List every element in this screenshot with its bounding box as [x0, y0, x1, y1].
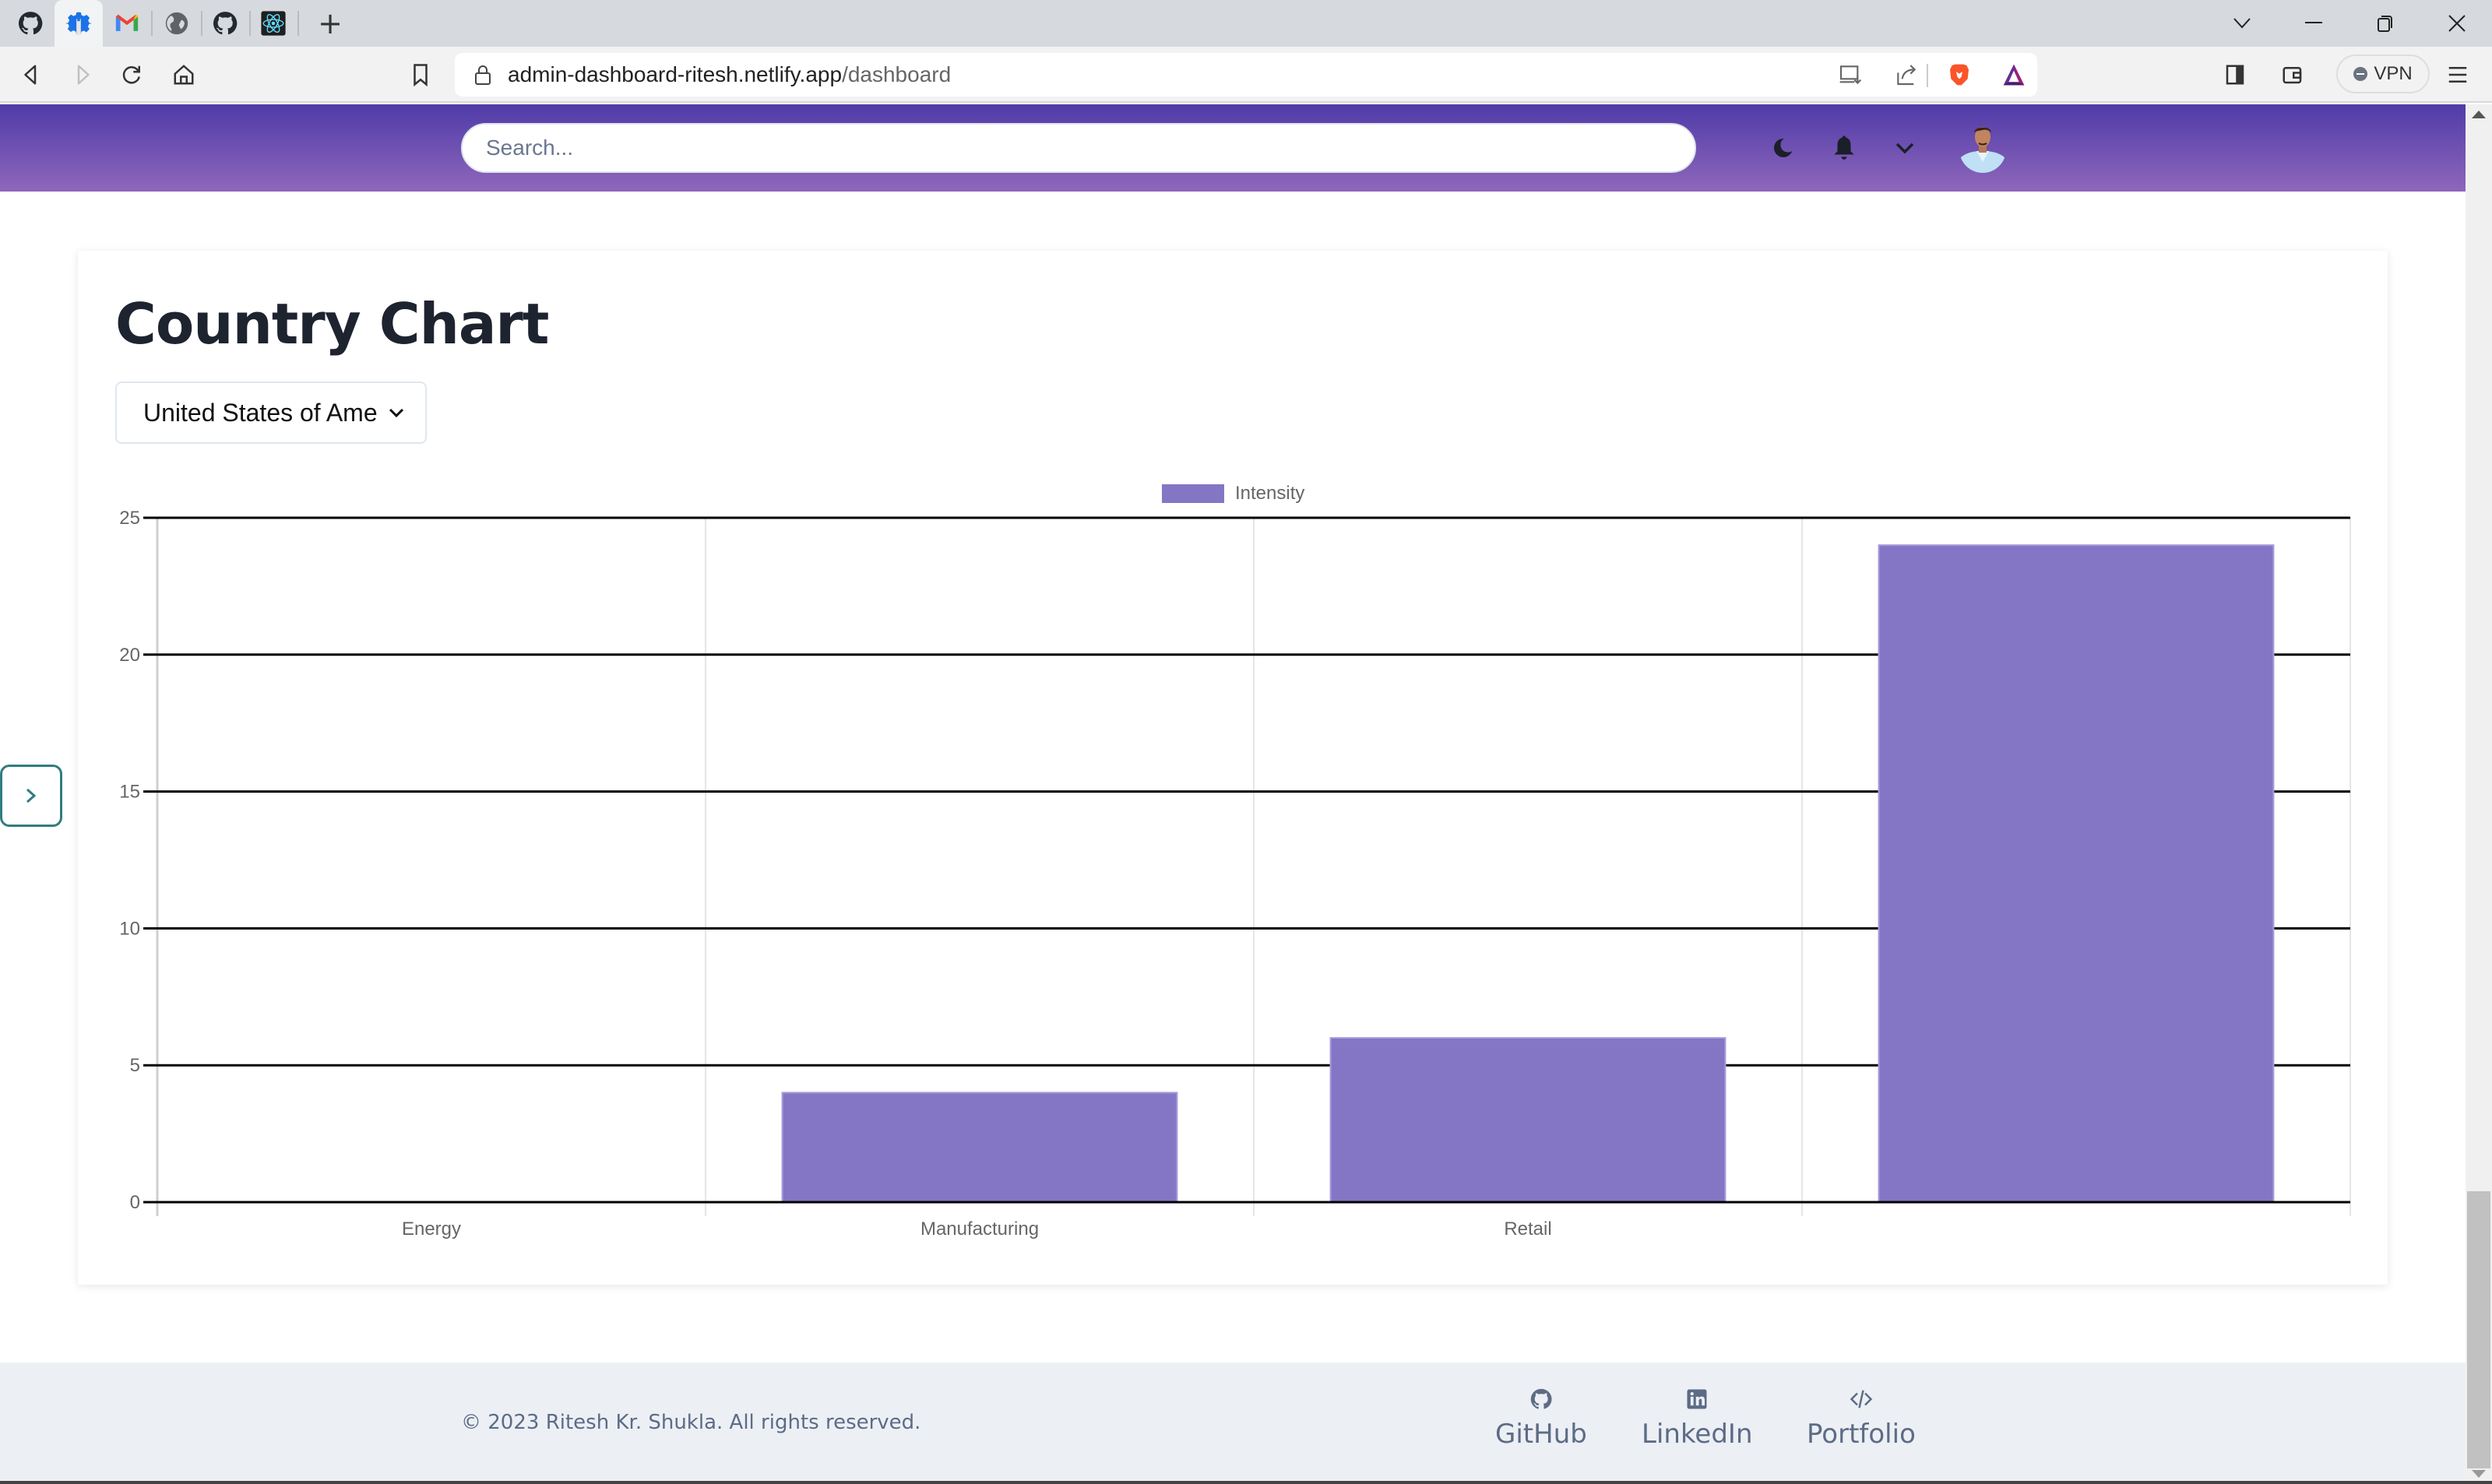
footer-link-portfolio[interactable]: Portfolio — [1807, 1387, 1916, 1450]
footer: © 2023 Ritesh Kr. Shukla. All rights res… — [0, 1363, 2466, 1482]
footer-link-label: Portfolio — [1807, 1419, 1916, 1450]
linkedin-icon — [1687, 1389, 1707, 1409]
copyright-text: © 2023 Ritesh Kr. Shukla. All rights res… — [461, 1411, 921, 1434]
y-tick-label: 15 — [119, 782, 140, 803]
scroll-down-arrow[interactable] — [2472, 1470, 2486, 1478]
window-bottom-edge — [0, 1481, 2492, 1484]
y-tick-label: 10 — [119, 918, 140, 939]
y-tick-label: 0 — [130, 1192, 140, 1213]
y-tick-label: 20 — [119, 645, 140, 666]
x-tick-label: Retail — [1504, 1218, 1551, 1240]
y-tick-label: 5 — [130, 1055, 140, 1076]
bar — [1878, 544, 2275, 1203]
code-icon — [1850, 1390, 1873, 1408]
bar — [781, 1092, 1178, 1203]
x-tick-label: Energy — [402, 1218, 461, 1240]
bar-chart: Intensity 0 5 10 15 20 25 Energy Manufacturing R… — [0, 0, 2492, 1484]
chart-plot: 0 5 10 15 20 25 Energy Manufacturing Retail — [119, 508, 2351, 1240]
github-icon — [1530, 1388, 1552, 1409]
bar — [1329, 1037, 1726, 1204]
y-tick-label: 25 — [119, 508, 140, 529]
scroll-up-arrow[interactable] — [2472, 111, 2486, 118]
footer-link-linkedin[interactable]: LinkedIn — [1642, 1387, 1753, 1450]
footer-link-label: LinkedIn — [1642, 1419, 1753, 1450]
footer-link-label: GitHub — [1495, 1419, 1587, 1450]
scrollbar-thumb[interactable] — [2467, 1191, 2490, 1468]
footer-link-github[interactable]: GitHub — [1495, 1387, 1587, 1450]
vertical-scrollbar[interactable] — [2466, 104, 2492, 1482]
x-tick-label: Manufacturing — [920, 1218, 1039, 1240]
